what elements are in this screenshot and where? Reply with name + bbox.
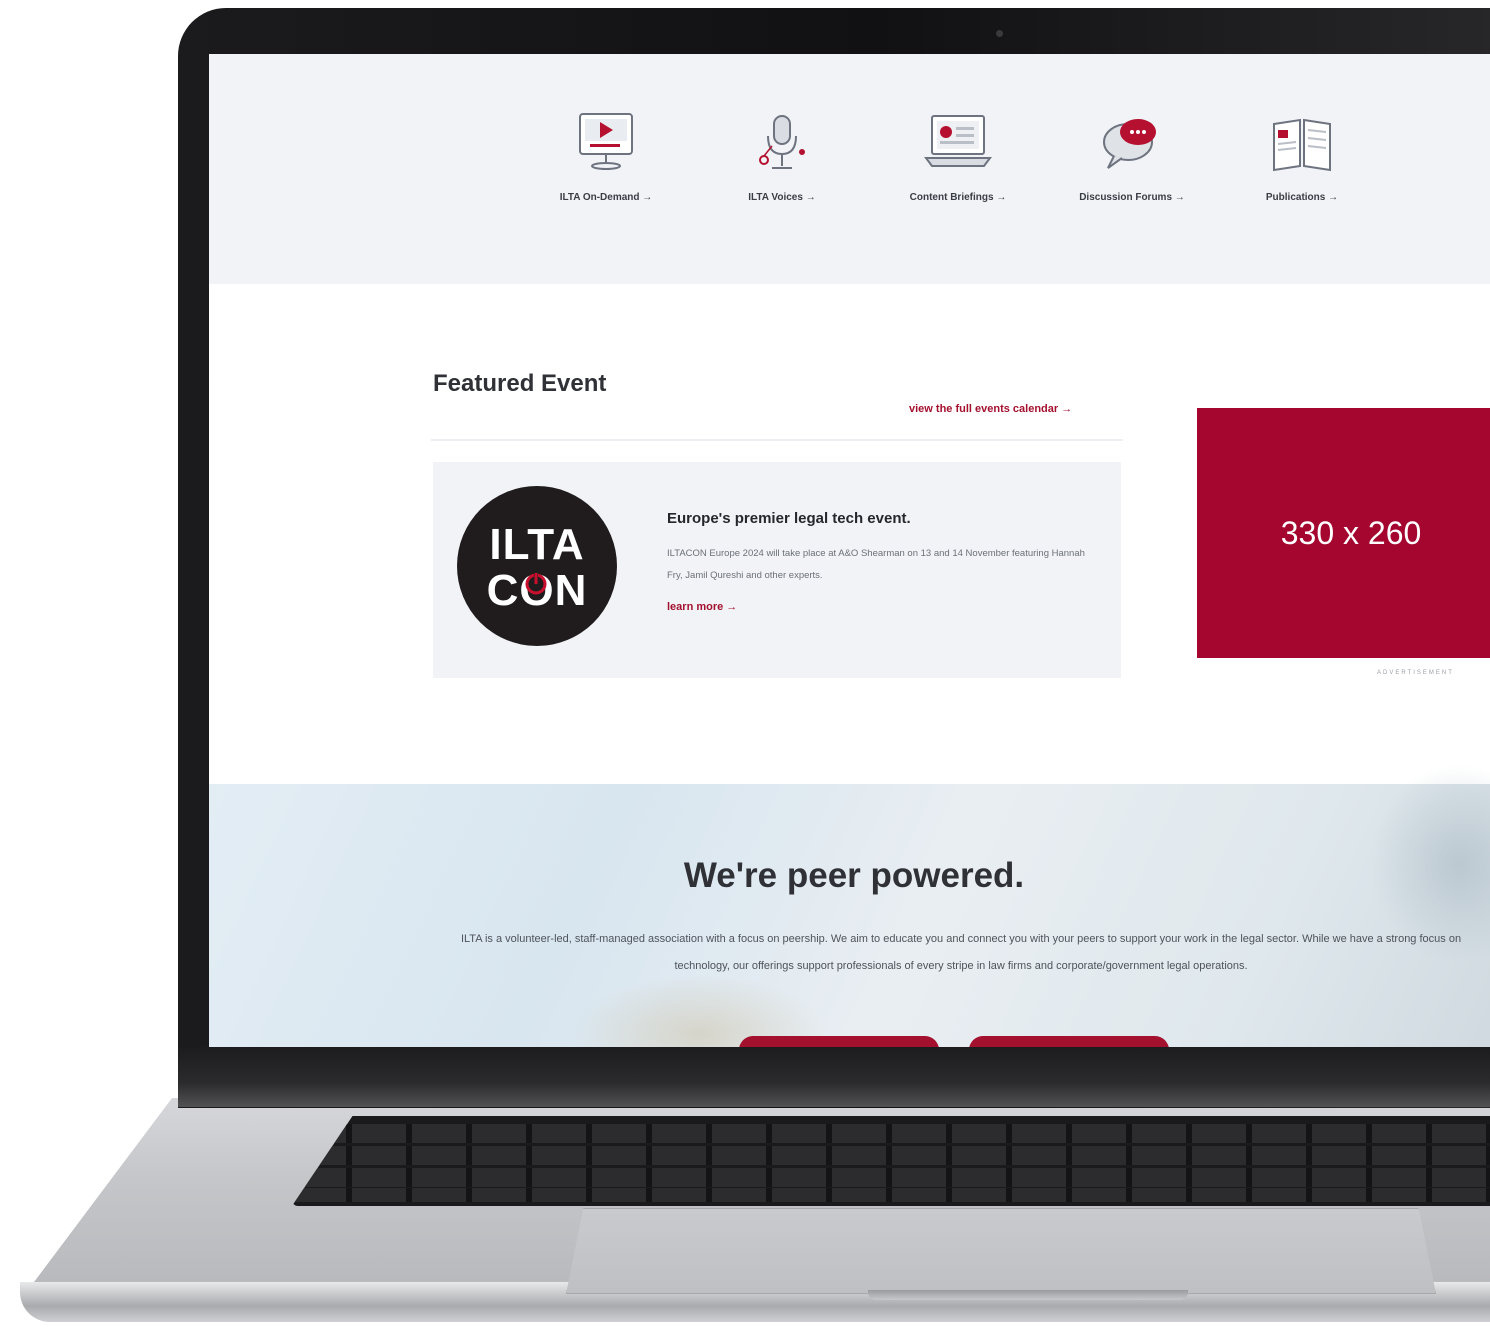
laptop-briefing-icon (924, 115, 992, 167)
featured-event-title: Featured Event (433, 370, 607, 397)
nav-item-content-briefings[interactable]: Content Briefings → (883, 106, 1033, 203)
camera-icon (996, 30, 1003, 37)
iltacon-logo: ILTA CON (457, 486, 617, 646)
logo-text-top: ILTA (489, 520, 585, 569)
cta-button[interactable] (739, 1036, 939, 1047)
microphone-icon (759, 115, 805, 169)
advertisement-banner[interactable]: 330 x 260 (1197, 408, 1490, 658)
keyboard-row (292, 1168, 1490, 1187)
nav-label: Content Briefings → (909, 192, 1007, 203)
keyboard-row (292, 1146, 1490, 1165)
peer-powered-body: ILTA is a volunteer-led, staff-managed a… (460, 933, 1462, 972)
open-book-icon (1273, 118, 1331, 172)
nav-label: Discussion Forums → (1079, 192, 1185, 203)
nav-item-ilta-on-demand[interactable]: ILTA On-Demand → (531, 106, 681, 203)
nav-item-ilta-voices[interactable]: ILTA Voices → (707, 106, 857, 203)
laptop-chin (178, 1047, 1490, 1107)
laptop-screen: ILTA On-Demand → ILTA Voices → Content B… (209, 54, 1490, 1047)
ad-size-label: 330 x 260 (1280, 514, 1422, 551)
laptop-mockup: ILTA On-Demand → ILTA Voices → Content B… (0, 0, 1490, 1337)
peer-powered-title: We're peer powered. (683, 856, 1025, 895)
laptop-keyboard (292, 1116, 1490, 1206)
advertisement-caption: ADVERTISEMENT (1377, 670, 1454, 676)
resource-nav: ILTA On-Demand → ILTA Voices → Content B… (209, 54, 1490, 284)
keyboard-row (292, 1188, 1490, 1202)
chat-bubbles-icon (1103, 119, 1156, 169)
video-player-icon (579, 113, 633, 170)
nav-item-publications[interactable]: Publications → (1227, 106, 1377, 203)
laptop-trackpad (566, 1208, 1436, 1294)
nav-label: ILTA On-Demand → (559, 192, 653, 203)
nav-label: Publications → (1265, 192, 1339, 203)
nav-label: ILTA Voices → (748, 192, 816, 203)
learn-more-link[interactable]: learn more → (667, 601, 737, 613)
event-description: ILTACON Europe 2024 will take place at A… (667, 548, 1085, 581)
nav-item-discussion-forums[interactable]: Discussion Forums → (1057, 106, 1207, 203)
event-headline: Europe's premier legal tech event. (667, 510, 911, 527)
laptop-hinge-notch (868, 1290, 1188, 1300)
peer-powered-section: We're peer powered. ILTA is a volunteer-… (209, 764, 1490, 1047)
events-calendar-link[interactable]: view the full events calendar → (909, 403, 1072, 415)
keyboard-row (292, 1124, 1490, 1143)
power-icon (525, 572, 547, 595)
cta-button[interactable] (969, 1036, 1169, 1047)
section-divider (431, 439, 1123, 441)
event-card: ILTA CON Europe's premier legal tech eve… (433, 462, 1121, 678)
